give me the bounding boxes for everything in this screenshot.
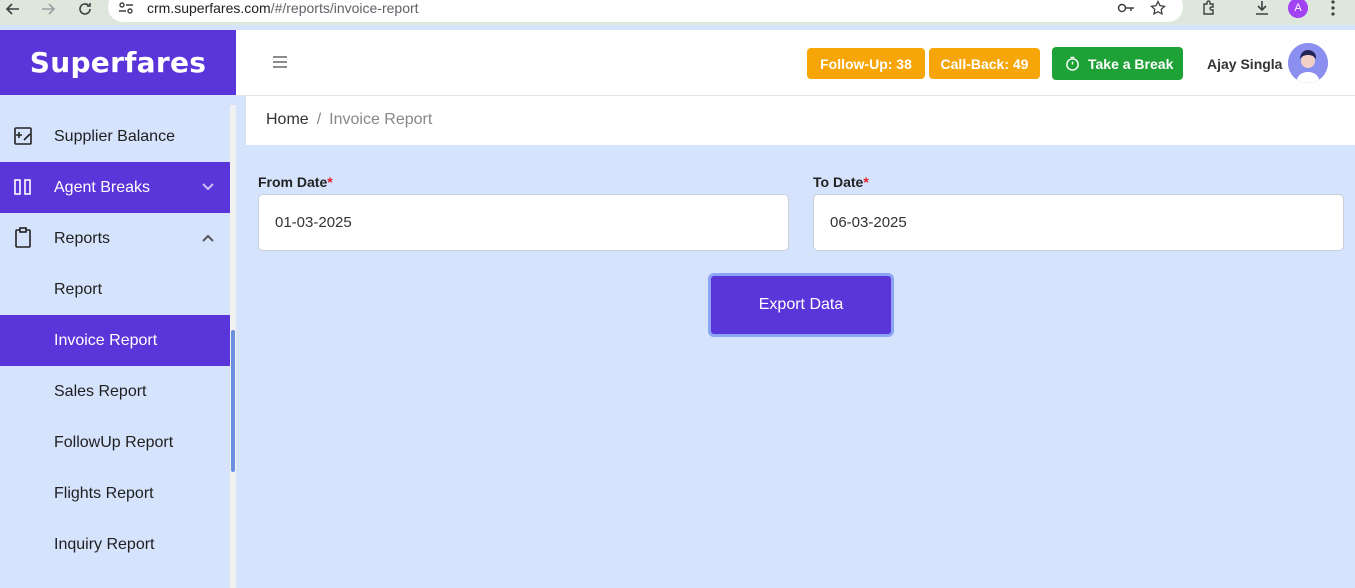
from-date-label-text: From Date bbox=[258, 174, 328, 190]
sidebar-item-flights-report[interactable]: Flights Report bbox=[0, 468, 231, 519]
sidebar-item-inquiry-report[interactable]: Inquiry Report bbox=[0, 519, 231, 570]
sidebar-item-label: Report bbox=[54, 280, 103, 298]
chevron-down-icon bbox=[200, 179, 216, 195]
user-name[interactable]: Ajay Singla bbox=[1207, 56, 1282, 72]
url-host: crm.superfares.com bbox=[147, 0, 271, 16]
app-logo[interactable]: Superfares bbox=[0, 30, 236, 95]
required-mark: * bbox=[327, 174, 333, 190]
chevron-up-icon bbox=[200, 230, 216, 246]
breadcrumb-home[interactable]: Home bbox=[266, 111, 309, 129]
sidebar-item-invoice-report[interactable]: Invoice Report bbox=[0, 315, 231, 366]
more-menu-icon[interactable] bbox=[1326, 0, 1340, 16]
top-header bbox=[236, 30, 1355, 96]
sidebar-item-followup-report[interactable]: FollowUp Report bbox=[0, 417, 231, 468]
required-mark: * bbox=[863, 174, 869, 190]
take-break-label: Take a Break bbox=[1088, 55, 1174, 72]
sidebar-item-report[interactable]: Report bbox=[0, 264, 231, 315]
sidebar-item-agent-breaks[interactable]: Agent Breaks bbox=[0, 162, 231, 213]
to-date-field[interactable]: 06-03-2025 bbox=[813, 194, 1344, 251]
sidebar-item-label: Supplier Balance bbox=[54, 127, 175, 145]
sidebar-item-label: Agent Breaks bbox=[54, 178, 151, 196]
agent-breaks-icon bbox=[12, 176, 34, 198]
back-arrow-icon[interactable] bbox=[2, 0, 24, 18]
hamburger-menu-icon[interactable] bbox=[272, 54, 288, 70]
to-date-label-text: To Date bbox=[813, 174, 864, 190]
to-date-label: To Date* bbox=[813, 174, 869, 190]
url-text[interactable]: crm.superfares.com/#/reports/invoice-rep… bbox=[147, 0, 419, 16]
forward-arrow-icon[interactable] bbox=[37, 0, 59, 18]
avatar[interactable] bbox=[1288, 43, 1328, 83]
sidebar-item-reports[interactable]: Reports bbox=[0, 213, 231, 264]
from-date-label: From Date* bbox=[258, 174, 333, 190]
sidebar-item-supplier-balance[interactable]: Supplier Balance bbox=[0, 111, 231, 162]
followup-badge[interactable]: Follow-Up: 38 bbox=[807, 48, 925, 79]
timer-icon bbox=[1064, 56, 1080, 72]
breadcrumb-separator: / bbox=[316, 111, 322, 128]
clipboard-icon bbox=[12, 227, 34, 249]
bookmark-star-icon[interactable] bbox=[1149, 0, 1167, 16]
sidebar-item-label: Flights Report bbox=[54, 484, 154, 502]
sidebar-item-label: Invoice Report bbox=[54, 331, 158, 349]
breadcrumb-current: Invoice Report bbox=[329, 111, 433, 128]
export-data-button[interactable]: Export Data bbox=[708, 273, 894, 337]
sidebar-scrollbar-thumb[interactable] bbox=[231, 330, 235, 472]
breadcrumb: Home / Invoice Report bbox=[266, 111, 432, 129]
sidebar-item-label: Inquiry Report bbox=[54, 535, 155, 553]
site-settings-icon[interactable] bbox=[116, 0, 136, 16]
extensions-icon[interactable] bbox=[1199, 0, 1219, 16]
url-path: /#/reports/invoice-report bbox=[270, 0, 419, 16]
sidebar-item-sales-report[interactable]: Sales Report bbox=[0, 366, 231, 417]
take-break-button[interactable]: Take a Break bbox=[1052, 47, 1183, 80]
sidebar-item-label: FollowUp Report bbox=[54, 433, 174, 451]
reload-icon[interactable] bbox=[74, 0, 96, 18]
sidebar-item-label: Sales Report bbox=[54, 382, 147, 400]
password-key-icon[interactable] bbox=[1116, 0, 1136, 16]
logo-text: Superfares bbox=[29, 46, 207, 79]
download-icon[interactable] bbox=[1253, 0, 1271, 16]
callback-badge[interactable]: Call-Back: 49 bbox=[929, 48, 1040, 79]
supplier-balance-icon bbox=[12, 125, 34, 147]
sidebar-item-label: Reports bbox=[54, 229, 111, 247]
from-date-field[interactable]: 01-03-2025 bbox=[258, 194, 789, 251]
